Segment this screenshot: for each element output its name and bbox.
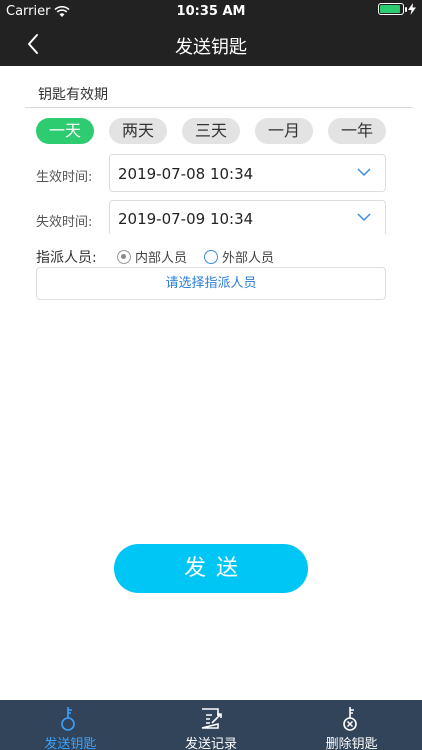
start-time-label: 生效时间: (36, 170, 93, 185)
charging-icon (408, 3, 416, 15)
tab-delete-key[interactable]: 删除钥匙 (281, 700, 422, 750)
validity-section-title: 钥匙有效期 (38, 87, 108, 103)
tab-send-record-label: 发送记录 (185, 737, 238, 750)
tab-send-key-label: 发送钥匙 (44, 737, 97, 750)
battery-fill (380, 5, 400, 13)
tab-bar: 发送钥匙 发送记录 删除钥匙 (0, 700, 422, 750)
period-options: 一天 两天 三天 一月 一年 (36, 118, 386, 144)
nav-bar: 发送钥匙 (0, 22, 422, 66)
period-option-2-days[interactable]: 两天 (109, 118, 167, 144)
radio-checked-icon (117, 249, 131, 264)
status-bar: Carrier 10:35 AM (0, 0, 422, 22)
radio-internal[interactable]: 内部人员 (117, 247, 187, 266)
delete-key-icon (342, 707, 357, 731)
period-option-1-month[interactable]: 一月 (255, 118, 313, 144)
radio-unchecked-icon (204, 249, 218, 264)
battery-icon (378, 3, 407, 15)
select-assignee-button[interactable]: 请选择指派人员 (36, 267, 386, 300)
end-time-select[interactable]: 2019-07-09 10:34 (109, 200, 386, 234)
tab-delete-key-label: 删除钥匙 (325, 737, 378, 750)
page-title: 发送钥匙 (175, 37, 247, 58)
chevron-down-icon (357, 168, 371, 177)
tab-send-record[interactable]: 发送记录 (141, 700, 282, 750)
radio-external[interactable]: 外部人员 (204, 247, 274, 266)
period-option-1-day[interactable]: 一天 (36, 118, 94, 144)
status-right (378, 3, 416, 15)
period-option-3-days[interactable]: 三天 (182, 118, 240, 144)
divider (25, 107, 413, 108)
record-icon (201, 708, 222, 729)
radio-internal-label: 内部人员 (135, 251, 188, 266)
start-time-value: 2019-07-08 10:34 (118, 165, 254, 183)
chevron-down-icon (357, 213, 371, 222)
end-time-value: 2019-07-09 10:34 (118, 210, 254, 228)
key-icon (61, 707, 76, 731)
radio-external-label: 外部人员 (222, 251, 275, 266)
send-button[interactable]: 发送 (114, 544, 308, 593)
tab-send-key[interactable]: 发送钥匙 (0, 700, 141, 750)
period-option-1-year[interactable]: 一年 (328, 118, 386, 144)
assign-label: 指派人员: (36, 250, 97, 266)
status-time: 10:35 AM (176, 4, 246, 19)
start-time-select[interactable]: 2019-07-08 10:34 (109, 154, 386, 192)
end-time-label: 失效时间: (36, 215, 93, 230)
